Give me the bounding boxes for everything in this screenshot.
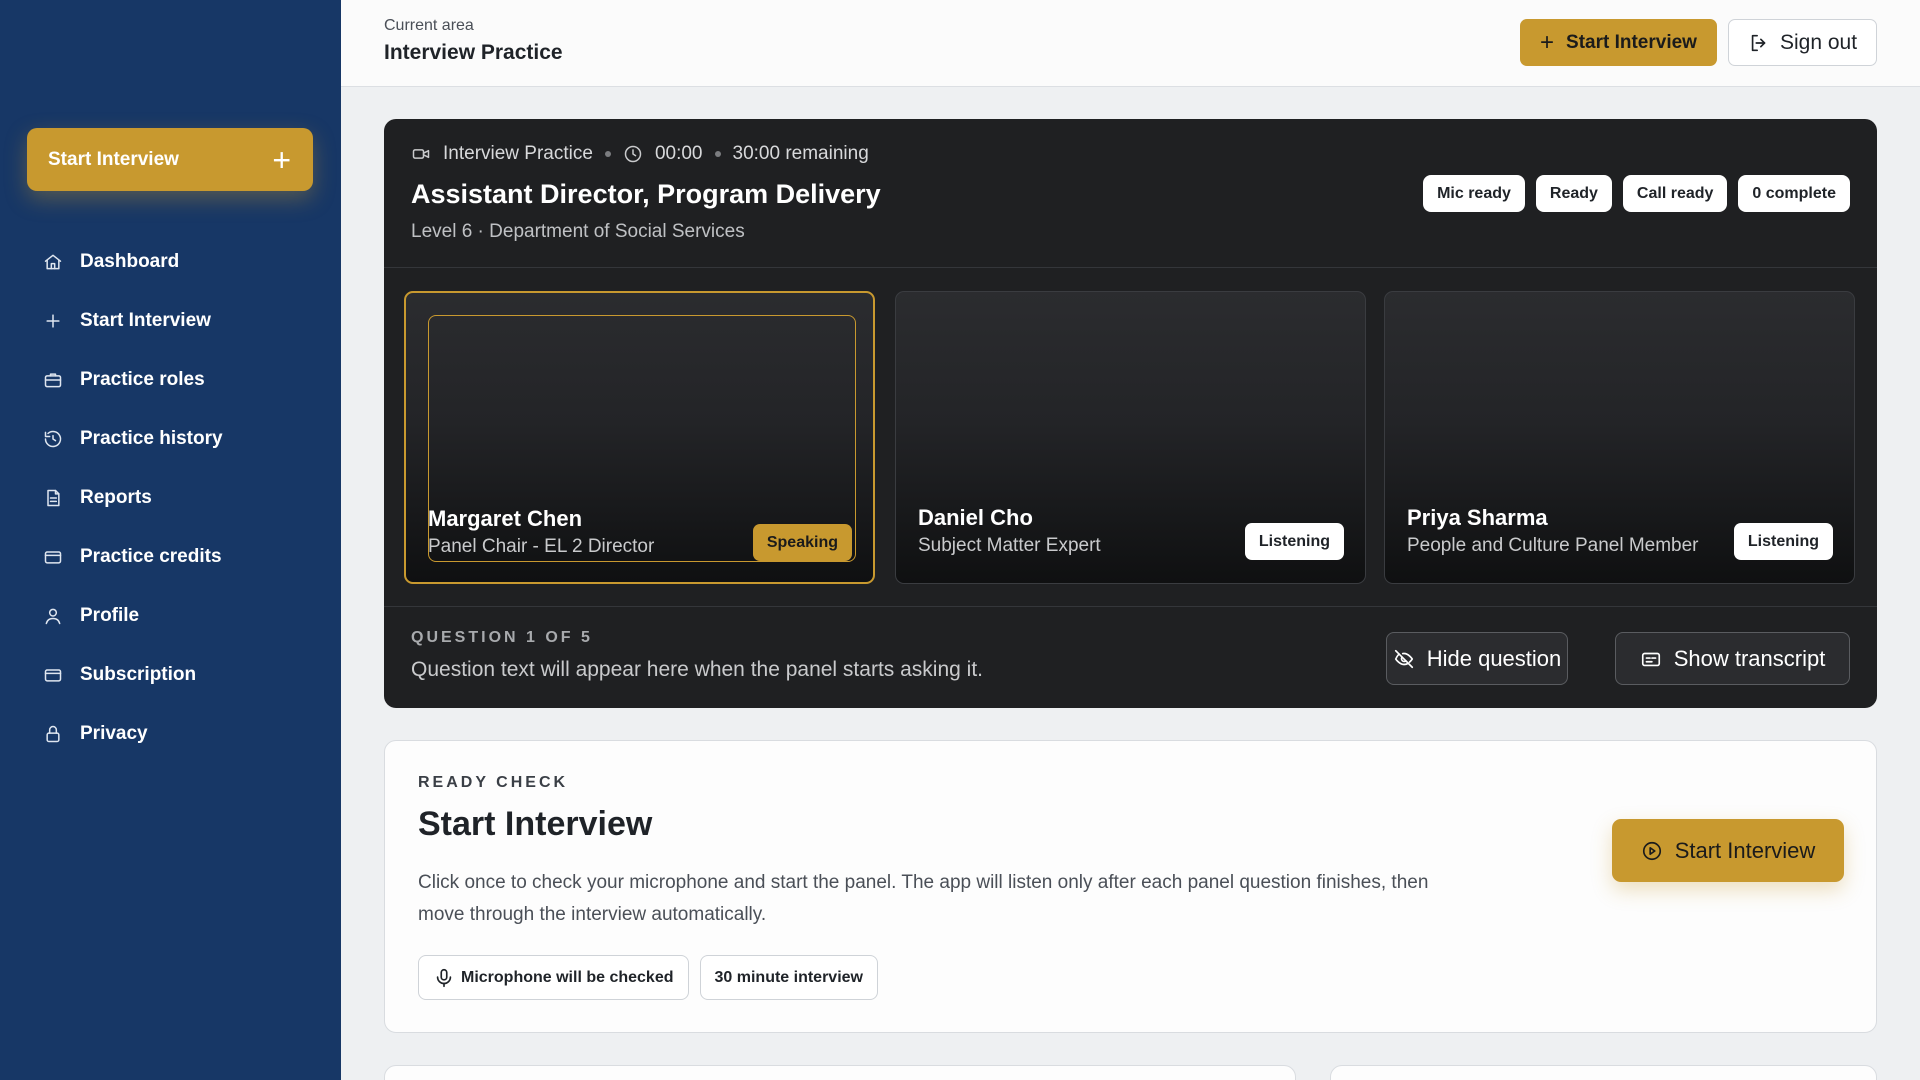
bottom-card <box>384 1065 1296 1080</box>
interview-call-panel: Interview Practice 00:00 30:00 remaining… <box>384 119 1877 708</box>
separator-dot <box>604 151 611 157</box>
status-badge: 0 complete <box>1738 175 1850 212</box>
hide-question-button[interactable]: Hide question <box>1386 632 1568 685</box>
sidebar-item-label: Privacy <box>80 722 148 744</box>
plus-icon: + <box>1540 28 1555 56</box>
question-counter: QUESTION 1 OF 5 <box>411 629 593 646</box>
sidebar-item-label: Start Interview <box>80 309 211 331</box>
ready-check-label: READY CHECK <box>418 774 569 791</box>
show-transcript-button[interactable]: Show transcript <box>1615 632 1850 685</box>
briefcase-icon <box>42 369 64 391</box>
sidebar-item-practice-credits[interactable]: Practice credits <box>0 527 341 586</box>
panelist-role: People and Culture Panel Member <box>1407 535 1699 556</box>
microphone-check-pill: Microphone will be checked <box>418 955 689 1000</box>
microphone-icon <box>433 967 455 989</box>
page-title: Interview Practice <box>384 41 563 64</box>
sidebar-item-profile[interactable]: Profile <box>0 586 341 645</box>
status-badge: Call ready <box>1622 175 1728 212</box>
question-text: Question text will appear here when the … <box>411 658 983 681</box>
ready-start-label: Start Interview <box>1674 837 1816 863</box>
sidebar-item-dashboard[interactable]: Dashboard <box>0 232 341 291</box>
ready-start-interview-button[interactable]: Start Interview <box>1612 819 1844 882</box>
sidebar-item-practice-history[interactable]: Practice history <box>0 409 341 468</box>
status-badge: Mic ready <box>1423 175 1525 212</box>
sidebar-item-label: Practice roles <box>80 368 205 390</box>
sidebar-cta-label: Start Interview <box>48 148 179 170</box>
ready-check-card: READY CHECK Start Interview Click once t… <box>384 740 1877 1033</box>
panelist-status-badge: Speaking <box>752 524 852 561</box>
header-start-interview-button[interactable]: + Start Interview <box>1520 19 1717 66</box>
remaining-time: 30:00 remaining <box>732 143 869 164</box>
lock-icon <box>42 723 64 745</box>
panelist-tile[interactable]: Daniel Cho Subject Matter Expert Listeni… <box>895 291 1366 584</box>
plus-icon: + <box>272 141 291 178</box>
sign-out-label: Sign out <box>1779 30 1858 54</box>
captions-icon <box>1640 648 1662 670</box>
status-badge: Ready <box>1535 175 1612 212</box>
role-title: Assistant Director, Program Delivery <box>411 179 881 209</box>
divider <box>384 606 1877 607</box>
panelist-tile[interactable]: Margaret Chen Panel Chair - EL 2 Directo… <box>404 291 875 584</box>
sidebar-item-practice-roles[interactable]: Practice roles <box>0 350 341 409</box>
bottom-card <box>1330 1065 1877 1080</box>
panelist-name: Daniel Cho <box>918 505 1033 530</box>
pill-label: Microphone will be checked <box>461 968 674 986</box>
sidebar-item-reports[interactable]: Reports <box>0 468 341 527</box>
document-icon <box>42 487 64 509</box>
role-subtitle: Level 6 · Department of Social Services <box>411 221 745 242</box>
panelist-tile[interactable]: Priya Sharma People and Culture Panel Me… <box>1384 291 1855 584</box>
sidebar-item-start-interview[interactable]: Start Interview <box>0 291 341 350</box>
call-mode: Interview Practice <box>443 143 593 164</box>
elapsed-time: 00:00 <box>654 143 703 164</box>
ready-check-pills: Microphone will be checked 30 minute int… <box>418 955 878 1000</box>
sidebar: Start Interview + Dashboard Start Interv… <box>0 0 341 1080</box>
separator-dot <box>714 151 721 157</box>
ready-check-description: Click once to check your microphone and … <box>418 872 1429 925</box>
sidebar-item-label: Reports <box>80 486 152 508</box>
video-camera-icon <box>411 144 431 164</box>
sign-out-button[interactable]: Sign out <box>1728 19 1877 66</box>
sidebar-item-label: Subscription <box>80 663 197 685</box>
sidebar-item-label: Dashboard <box>80 250 180 272</box>
panelist-status-badge: Listening <box>1733 523 1833 560</box>
panelist-name: Margaret Chen <box>428 506 583 531</box>
sidebar-item-label: Practice history <box>80 427 223 449</box>
panelist-status-badge: Listening <box>1244 523 1344 560</box>
panelist-role: Subject Matter Expert <box>918 535 1101 556</box>
clock-icon <box>623 144 643 164</box>
panelist-role: Panel Chair - EL 2 Director <box>428 536 655 557</box>
sidebar-item-subscription[interactable]: Subscription <box>0 645 341 704</box>
sidebar-nav: Dashboard Start Interview Practice roles… <box>0 232 341 763</box>
header-start-label: Start Interview <box>1566 31 1697 53</box>
sign-out-icon <box>1748 32 1770 54</box>
plus-icon <box>42 310 64 332</box>
user-icon <box>42 605 64 627</box>
sidebar-item-label: Profile <box>80 604 140 626</box>
credit-card-icon <box>42 664 64 686</box>
hide-question-label: Hide question <box>1426 645 1562 671</box>
pill-label: 30 minute interview <box>714 968 864 986</box>
show-transcript-label: Show transcript <box>1673 645 1826 671</box>
credit-card-icon <box>42 546 64 568</box>
ready-check-title: Start Interview <box>418 805 653 843</box>
divider <box>384 267 1877 268</box>
home-icon <box>42 251 64 273</box>
status-chips: Mic ready Ready Call ready 0 complete <box>1423 175 1850 212</box>
header-subtitle: Current area <box>384 17 474 34</box>
call-meta: Interview Practice 00:00 30:00 remaining <box>411 143 869 165</box>
sidebar-item-privacy[interactable]: Privacy <box>0 704 341 763</box>
panelist-name: Priya Sharma <box>1407 505 1548 530</box>
sidebar-start-interview-button[interactable]: Start Interview + <box>27 128 313 191</box>
top-header: Current area Interview Practice + Start … <box>341 0 1920 87</box>
eye-off-icon <box>1393 648 1415 670</box>
sidebar-item-label: Practice credits <box>80 545 222 567</box>
history-icon <box>42 428 64 450</box>
play-circle-icon <box>1641 840 1663 862</box>
duration-pill: 30 minute interview <box>699 955 878 1000</box>
